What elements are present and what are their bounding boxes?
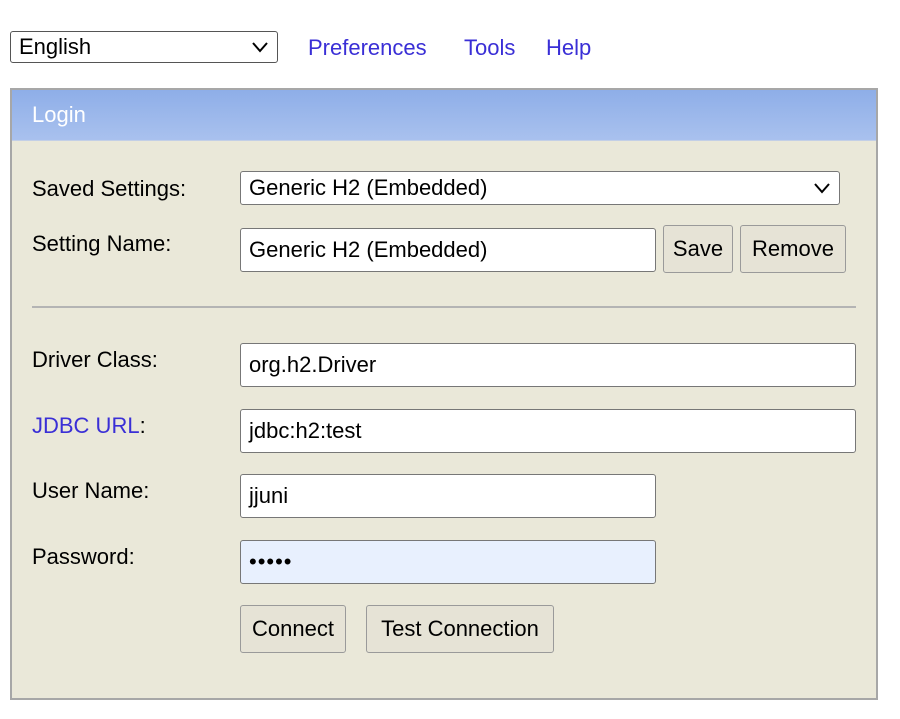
saved-settings-value: Generic H2 (Embedded) <box>249 175 488 200</box>
chevron-down-icon <box>814 183 830 194</box>
divider <box>32 306 856 308</box>
top-bar: English <box>10 30 278 64</box>
jdbc-url-value: jdbc:h2:test <box>249 418 362 443</box>
setting-name-input[interactable]: Generic H2 (Embedded) <box>240 228 656 272</box>
password-input[interactable]: ••••• <box>240 540 656 584</box>
help-link[interactable]: Help <box>546 35 591 61</box>
user-name-value: jjuni <box>249 483 289 508</box>
remove-button[interactable]: Remove <box>740 225 846 273</box>
user-name-label: User Name: <box>32 478 150 503</box>
save-button[interactable]: Save <box>663 225 733 273</box>
driver-class-value: org.h2.Driver <box>249 352 377 377</box>
login-panel: Login Saved Settings: Generic H2 (Embedd… <box>10 88 878 700</box>
connect-button[interactable]: Connect <box>240 605 346 653</box>
login-header: Login <box>12 90 876 141</box>
password-mask: ••••• <box>249 549 293 574</box>
saved-settings-select[interactable]: Generic H2 (Embedded) <box>240 171 840 205</box>
chevron-down-icon <box>252 42 268 53</box>
driver-class-input[interactable]: org.h2.Driver <box>240 343 856 387</box>
jdbc-url-label: JDBC URL: <box>32 413 146 439</box>
preferences-link[interactable]: Preferences <box>308 35 427 61</box>
language-select[interactable]: English <box>10 31 278 63</box>
setting-name-label: Setting Name: <box>32 231 172 256</box>
language-select-value: English <box>19 34 92 59</box>
jdbc-url-help-link[interactable]: JDBC URL <box>32 413 140 438</box>
driver-class-label: Driver Class: <box>32 347 158 372</box>
login-title: Login <box>32 102 86 127</box>
test-connection-button[interactable]: Test Connection <box>366 605 554 653</box>
jdbc-url-colon: : <box>139 413 146 438</box>
password-label: Password: <box>32 544 135 569</box>
jdbc-url-input[interactable]: jdbc:h2:test <box>240 409 856 453</box>
saved-settings-label: Saved Settings: <box>32 176 187 201</box>
setting-name-value: Generic H2 (Embedded) <box>249 237 488 262</box>
tools-link[interactable]: Tools <box>464 35 515 61</box>
user-name-input[interactable]: jjuni <box>240 474 656 518</box>
